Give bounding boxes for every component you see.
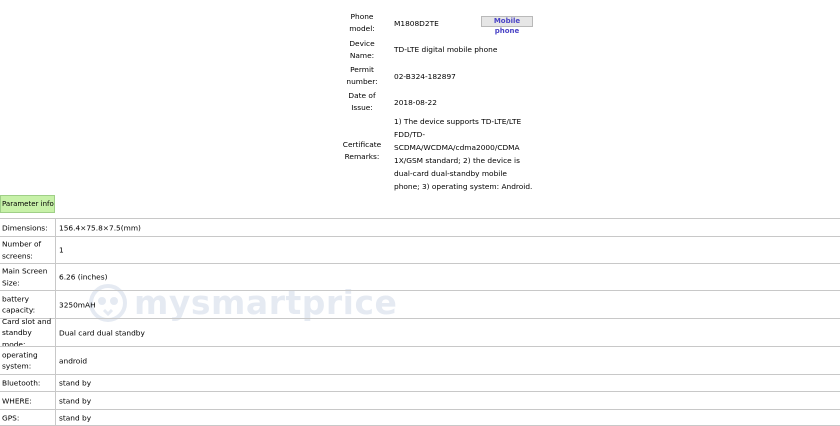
param-label: operating system:: [2, 350, 38, 371]
param-value: stand by: [59, 396, 92, 405]
param-label: Main Screen Size:: [2, 266, 48, 288]
cert-label: Certificate Remarks:: [342, 140, 382, 161]
param-label: Number of screens:: [2, 239, 42, 261]
cert-row-permit-number: Permit number: 02-B324-182897: [0, 64, 840, 88]
param-value: 6.26 (inches): [59, 272, 108, 282]
param-row-bluetooth: Bluetooth: stand by: [0, 374, 840, 391]
cert-row-remarks: Certificate Remarks: 1) The device suppo…: [0, 115, 840, 191]
param-row-gps: GPS: stand by: [0, 409, 840, 426]
param-row-main-screen-size: Main Screen Size: 6.26 (inches): [0, 263, 840, 290]
cert-label: Date of Issue:: [348, 91, 376, 112]
mobile-phone-badge[interactable]: Mobile phone: [481, 16, 533, 35]
cert-label: Phone model:: [349, 12, 375, 33]
param-row-dimensions: Dimensions: 156.4×75.8×7.5(mm): [0, 218, 840, 236]
param-value: 3250mAH: [59, 300, 96, 309]
param-value: 1: [59, 245, 64, 255]
param-label: battery capacity:: [2, 294, 36, 315]
param-row-number-of-screens: Number of screens: 1: [0, 236, 840, 263]
param-value: Dual card dual standby: [59, 328, 145, 337]
cert-row-date-of-issue: Date of Issue: 2018-08-22: [0, 90, 840, 114]
cert-value: 02-B324-182897: [394, 72, 456, 81]
param-label: Bluetooth:: [2, 378, 41, 388]
parameter-info-header[interactable]: Parameter inform: [0, 195, 55, 213]
param-value: stand by: [59, 413, 92, 422]
cert-label: Permit number:: [346, 65, 378, 86]
cert-row-phone-model: Phone model: M1808D2TE: [0, 11, 840, 35]
cert-value: TD-LTE digital mobile phone: [394, 45, 498, 54]
param-row-operating-system: operating system: android: [0, 346, 840, 374]
param-label: GPS:: [2, 412, 20, 422]
param-label: WHERE:: [2, 395, 32, 405]
param-value: stand by: [59, 378, 92, 388]
param-value: android: [59, 356, 88, 365]
cert-label: Device Name:: [349, 39, 375, 60]
param-row-where: WHERE: stand by: [0, 391, 840, 409]
cert-value: 2018-08-22: [394, 98, 437, 107]
param-label: Card slot and standby mode:: [2, 316, 52, 349]
param-row-card-slot: Card slot and standby mode: Dual card du…: [0, 316, 840, 348]
param-value: 156.4×75.8×7.5(mm): [59, 223, 141, 232]
param-label: Dimensions:: [2, 222, 48, 232]
cert-row-device-name: Device Name: TD-LTE digital mobile phone: [0, 38, 840, 62]
param-row-battery-capacity: battery capacity: 3250mAH: [0, 290, 840, 318]
cert-value: 1) The device supports TD-LTE/LTE FDD/TD…: [394, 117, 533, 191]
